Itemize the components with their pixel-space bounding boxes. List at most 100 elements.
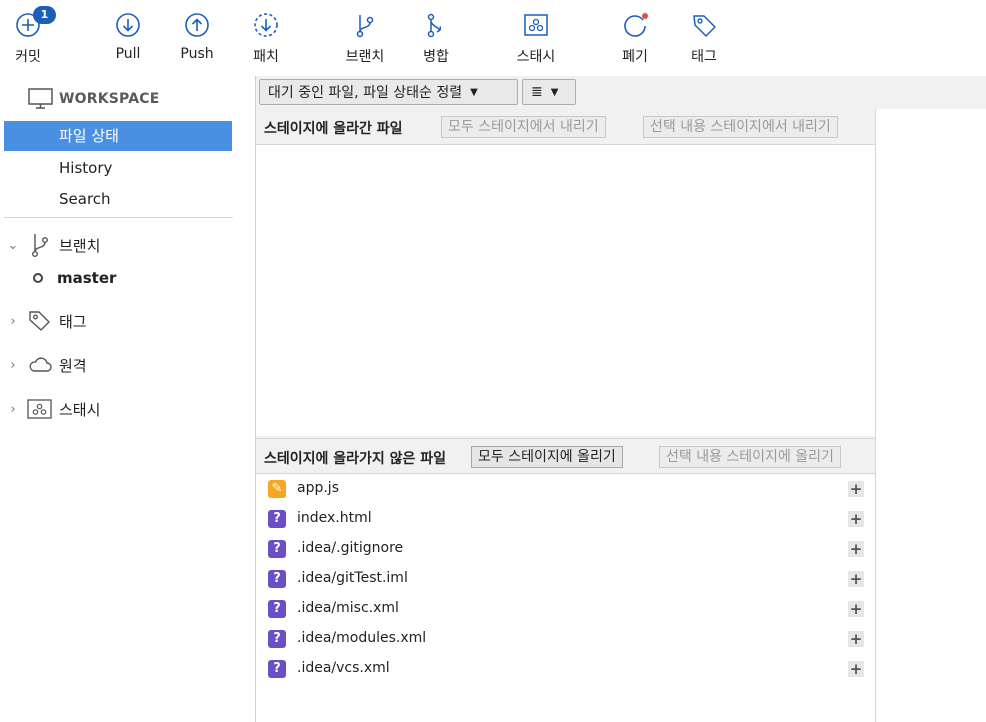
file-row[interactable]: ✎ app.js + bbox=[256, 474, 875, 504]
patch-button[interactable]: 패치 bbox=[246, 0, 286, 76]
file-name: .idea/misc.xml bbox=[297, 600, 399, 616]
merge-button[interactable]: 병합 bbox=[416, 0, 456, 76]
staged-files-list[interactable] bbox=[256, 145, 875, 436]
sidebar-item-file-status[interactable]: 파일 상태 bbox=[4, 121, 232, 151]
file-name: .idea/.gitignore bbox=[297, 540, 404, 556]
file-name: .idea/modules.xml bbox=[297, 630, 427, 646]
file-name: .idea/vcs.xml bbox=[297, 660, 390, 676]
tag-icon bbox=[26, 309, 54, 333]
discard-indicator-dot bbox=[642, 13, 648, 19]
commit-button[interactable]: 1 커밋 bbox=[8, 0, 56, 76]
pull-button[interactable]: Pull bbox=[108, 0, 148, 76]
untracked-file-icon: ? bbox=[268, 600, 286, 618]
monitor-icon bbox=[28, 88, 53, 109]
workspace-label: WORKSPACE bbox=[59, 91, 160, 107]
filter-bar: 대기 중인 파일, 파일 상태순 정렬 ▼ ≣ ▼ bbox=[256, 76, 986, 109]
file-name: .idea/gitTest.iml bbox=[297, 570, 408, 586]
main-panel: 대기 중인 파일, 파일 상태순 정렬 ▼ ≣ ▼ 스테이지에 올라간 파일 모… bbox=[255, 76, 986, 722]
sidebar: WORKSPACE 파일 상태 History Search ⌄ 브랜치 mas… bbox=[0, 76, 255, 722]
unstaged-files-header: 스테이지에 올라가지 않은 파일 모두 스테이지에 올리기 선택 내용 스테이지… bbox=[256, 438, 875, 474]
stage-file-button[interactable]: + bbox=[848, 631, 864, 647]
tag-button[interactable]: 태그 bbox=[684, 0, 724, 76]
file-name: app.js bbox=[297, 480, 339, 496]
unstaged-files-list: ✎ app.js + ? index.html + ? .idea/.gitig… bbox=[256, 474, 875, 722]
chevron-down-icon: ▼ bbox=[470, 86, 478, 98]
modified-file-icon: ✎ bbox=[268, 480, 286, 498]
push-label: Push bbox=[180, 46, 214, 62]
stash-label: 스태시 bbox=[516, 49, 556, 65]
pull-icon bbox=[113, 10, 143, 40]
untracked-file-icon: ? bbox=[268, 630, 286, 648]
pull-label: Pull bbox=[115, 46, 141, 62]
chevron-right-icon[interactable]: › bbox=[6, 358, 20, 373]
stash-icon bbox=[521, 10, 551, 40]
discard-button[interactable]: 폐기 bbox=[615, 0, 655, 76]
branch-icon bbox=[350, 10, 380, 40]
list-view-icon: ≣ bbox=[531, 84, 543, 100]
stashes-label: 스태시 bbox=[59, 400, 101, 419]
unstage-selected-button[interactable]: 선택 내용 스테이지에서 내리기 bbox=[643, 116, 838, 138]
chevron-down-icon[interactable]: ⌄ bbox=[6, 238, 20, 253]
file-name: index.html bbox=[297, 510, 372, 526]
untracked-file-icon: ? bbox=[268, 510, 286, 528]
cloud-icon bbox=[26, 353, 54, 377]
toolbar: 1 커밋 Pull Push 패치 브랜치 병합 스태시 폐기 태그 bbox=[0, 0, 986, 76]
sidebar-item-history[interactable]: History bbox=[4, 153, 232, 183]
chevron-down-icon: ▼ bbox=[550, 86, 559, 98]
stage-file-button[interactable]: + bbox=[848, 601, 864, 617]
stash-icon bbox=[26, 397, 54, 421]
view-mode-dropdown[interactable]: ≣ ▼ bbox=[522, 79, 576, 105]
workspace-header: WORKSPACE bbox=[28, 88, 160, 110]
stage-selected-button[interactable]: 선택 내용 스테이지에 올리기 bbox=[659, 446, 841, 468]
sort-dropdown-value: 대기 중인 파일, 파일 상태순 정렬 bbox=[268, 85, 463, 101]
tag-icon bbox=[689, 10, 719, 40]
sort-dropdown[interactable]: 대기 중인 파일, 파일 상태순 정렬 ▼ bbox=[259, 79, 518, 105]
discard-icon bbox=[620, 10, 650, 40]
tags-label: 태그 bbox=[59, 312, 87, 331]
staged-files-header: 스테이지에 올라간 파일 모두 스테이지에서 내리기 선택 내용 스테이지에서 … bbox=[256, 109, 875, 145]
push-button[interactable]: Push bbox=[177, 0, 217, 76]
file-row[interactable]: ? .idea/.gitignore + bbox=[256, 534, 875, 564]
commit-icon: 1 bbox=[13, 6, 56, 40]
unstage-all-button[interactable]: 모두 스테이지에서 내리기 bbox=[441, 116, 606, 138]
diff-panel bbox=[875, 109, 986, 722]
current-branch-icon bbox=[33, 273, 43, 283]
branch-name: master bbox=[57, 269, 117, 287]
sidebar-item-search[interactable]: Search bbox=[4, 184, 232, 214]
stage-file-button[interactable]: + bbox=[848, 481, 864, 497]
merge-icon bbox=[421, 10, 451, 40]
stash-button[interactable]: 스태시 bbox=[508, 0, 564, 76]
remotes-label: 원격 bbox=[59, 356, 87, 375]
sidebar-group-stashes[interactable]: › 스태시 bbox=[6, 397, 100, 421]
sidebar-group-remotes[interactable]: › 원격 bbox=[6, 353, 87, 377]
branch-button[interactable]: 브랜치 bbox=[340, 0, 390, 76]
untracked-file-icon: ? bbox=[268, 660, 286, 678]
untracked-file-icon: ? bbox=[268, 570, 286, 588]
discard-label: 폐기 bbox=[622, 49, 648, 65]
sidebar-group-branches[interactable]: ⌄ 브랜치 bbox=[6, 233, 100, 258]
stage-file-button[interactable]: + bbox=[848, 661, 864, 677]
untracked-file-icon: ? bbox=[268, 540, 286, 558]
branch-item-master[interactable]: master bbox=[33, 269, 116, 287]
stage-file-button[interactable]: + bbox=[848, 541, 864, 557]
patch-label: 패치 bbox=[253, 49, 279, 65]
branch-label: 브랜치 bbox=[345, 49, 385, 65]
stage-file-button[interactable]: + bbox=[848, 511, 864, 527]
push-icon bbox=[182, 10, 212, 40]
file-row[interactable]: ? .idea/misc.xml + bbox=[256, 594, 875, 624]
unstaged-files-title: 스테이지에 올라가지 않은 파일 bbox=[264, 451, 447, 467]
chevron-right-icon[interactable]: › bbox=[6, 402, 20, 417]
commit-count-badge: 1 bbox=[33, 6, 56, 24]
commit-label: 커밋 bbox=[15, 49, 41, 65]
file-row[interactable]: ? index.html + bbox=[256, 504, 875, 534]
sourcetree-window: 1 커밋 Pull Push 패치 브랜치 병합 스태시 폐기 태그 WORKS… bbox=[0, 0, 986, 722]
file-row[interactable]: ? .idea/gitTest.iml + bbox=[256, 564, 875, 594]
sidebar-group-tags[interactable]: › 태그 bbox=[6, 309, 87, 333]
file-row[interactable]: ? .idea/modules.xml + bbox=[256, 624, 875, 654]
branch-icon bbox=[26, 233, 54, 258]
stage-file-button[interactable]: + bbox=[848, 571, 864, 587]
stage-all-button[interactable]: 모두 스테이지에 올리기 bbox=[471, 446, 623, 468]
file-row[interactable]: ? .idea/vcs.xml + bbox=[256, 654, 875, 684]
chevron-right-icon[interactable]: › bbox=[6, 314, 20, 329]
patch-icon bbox=[251, 10, 281, 40]
